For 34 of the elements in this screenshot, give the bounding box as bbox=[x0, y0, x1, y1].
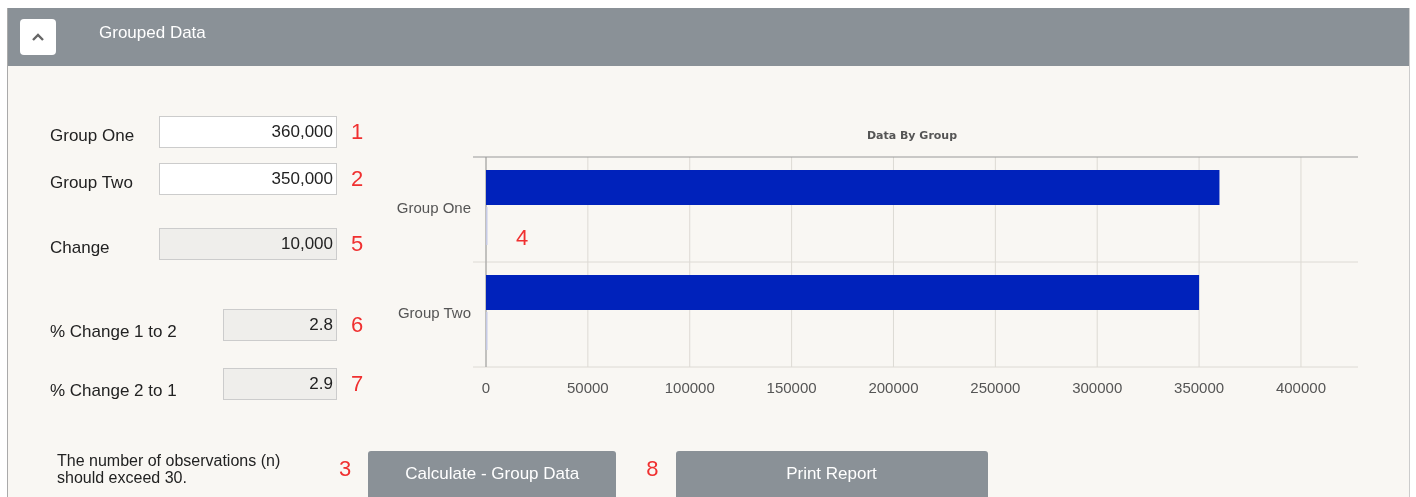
collapse-button[interactable] bbox=[20, 19, 56, 55]
field-label: Group One bbox=[50, 126, 136, 146]
input-field[interactable]: 350,000 bbox=[159, 163, 337, 195]
input-field[interactable]: 2.8 bbox=[223, 309, 337, 341]
axis-label: Group One bbox=[396, 199, 471, 216]
axis-tick-label: 50000 bbox=[567, 379, 609, 396]
marker-number: 7 bbox=[351, 371, 364, 397]
axis-tick-label: 0 bbox=[481, 379, 491, 396]
axis-tick-label: 200000 bbox=[868, 379, 919, 396]
marker-number: 6 bbox=[351, 312, 364, 338]
axis-tick-label: 100000 bbox=[664, 379, 715, 396]
axis-tick-label: 250000 bbox=[970, 379, 1021, 396]
input-field[interactable]: 10,000 bbox=[159, 228, 337, 260]
axis-label: Group Two bbox=[397, 304, 471, 321]
marker-number: 3 bbox=[339, 456, 352, 482]
field-label: % Change 1 to 2 bbox=[50, 322, 178, 342]
marker-number: 4 bbox=[516, 225, 529, 250]
chevron-icon bbox=[31, 32, 45, 42]
chart-title: Data By Group bbox=[866, 129, 958, 142]
note-text: The number of observations (n) should exceed 30. bbox=[57, 452, 282, 486]
axis-tick-label: 400000 bbox=[1275, 379, 1326, 396]
input-field[interactable]: 2.9 bbox=[223, 368, 337, 400]
panel-title: Grouped Data bbox=[99, 23, 206, 43]
marker-number: 2 bbox=[351, 166, 364, 192]
axis-tick-label: 350000 bbox=[1174, 379, 1225, 396]
field-label: Change bbox=[50, 238, 111, 258]
marker-number: 1 bbox=[351, 119, 364, 145]
field-label: % Change 2 to 1 bbox=[50, 381, 178, 401]
marker-number: 8 bbox=[646, 456, 659, 482]
axis-tick-label: 150000 bbox=[766, 379, 817, 396]
field-label: Group Two bbox=[50, 173, 134, 193]
input-field[interactable]: 360,000 bbox=[159, 116, 337, 148]
marker-number: 5 bbox=[351, 231, 364, 257]
axis-tick-label: 300000 bbox=[1072, 379, 1123, 396]
